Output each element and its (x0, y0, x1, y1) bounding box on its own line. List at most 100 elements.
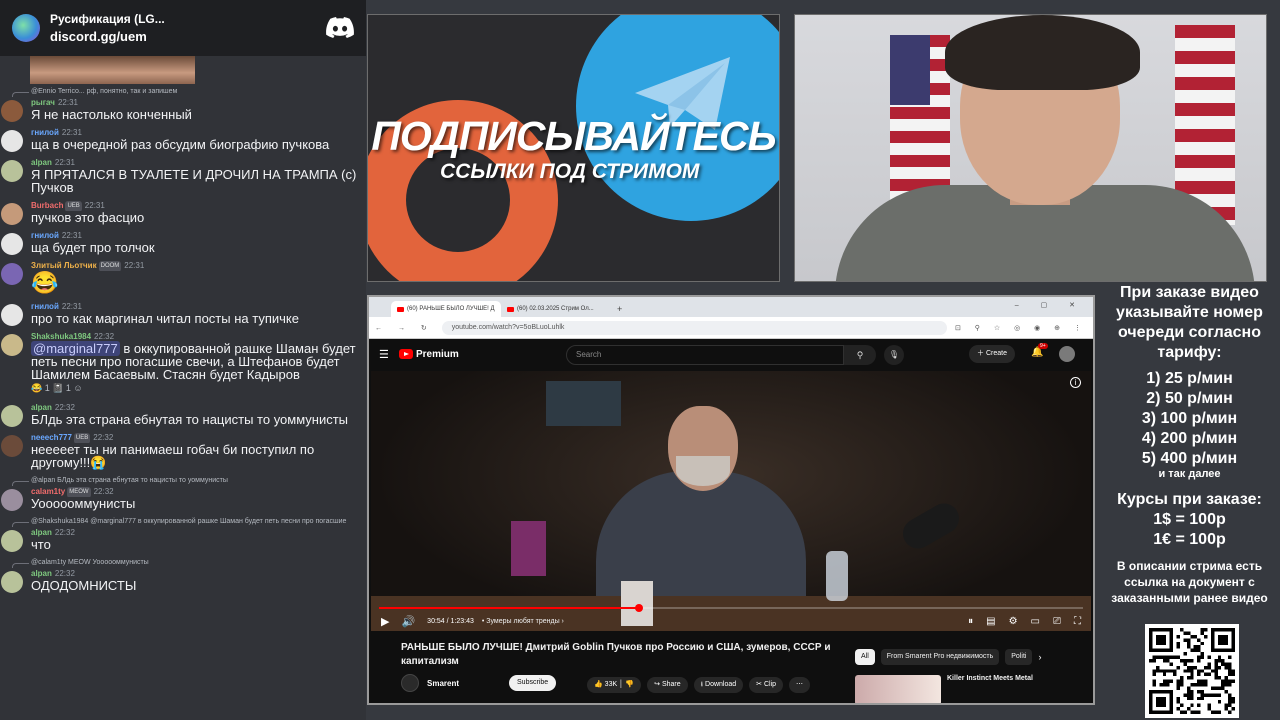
share-button[interactable]: ↪ Share (647, 677, 688, 693)
message-text: ща будет про толчок (31, 240, 155, 255)
subtitles-icon[interactable]: ▤ (986, 616, 995, 627)
chip-politics[interactable]: Politi (1005, 649, 1033, 665)
discord-invite-banner[interactable]: Русификация (LG... discord.gg/uem (0, 0, 366, 56)
new-tab-icon[interactable]: + (617, 301, 622, 317)
username[interactable]: Shakshuka1984 (31, 332, 91, 341)
user-avatar[interactable] (1, 530, 23, 552)
order-instructions: При заказе видео указывайте номер очеред… (1116, 284, 1263, 361)
username[interactable]: alpan (31, 158, 52, 167)
search-input[interactable]: Search (566, 345, 844, 365)
user-avatar[interactable] (1, 304, 23, 326)
create-button[interactable]: ＋ Create (969, 345, 1015, 363)
user-badge: DOOM (98, 261, 122, 271)
browser-window: (60) РАНЬШЕ БЫЛО ЛУЧШЕ! Д (60) 02.03.202… (367, 295, 1095, 705)
tariff-item: 4) 200 р/мин (1141, 430, 1238, 447)
user-avatar[interactable] (1, 100, 23, 122)
username[interactable]: гнилой (31, 231, 59, 240)
message-text: 😂 (31, 270, 59, 295)
subscribe-button[interactable]: Subscribe (509, 675, 557, 691)
miniplayer-icon[interactable]: ▭ (1031, 616, 1040, 627)
related-video[interactable]: Killer Instinct Meets Metal (855, 675, 1033, 703)
discord-logo-icon (326, 17, 354, 38)
chat-message: calam1ty MEOW 22:32 Уоооооммунисты (0, 486, 366, 511)
like-button[interactable]: 👍 33K │ 👎 (587, 677, 642, 693)
url-field[interactable]: youtube.com/watch?v=5oBLuoLuhlk (441, 320, 947, 335)
username[interactable]: Злитый Льотчик (31, 261, 97, 270)
username[interactable]: neeech777 (31, 433, 72, 442)
message-time: 22:31 (124, 261, 145, 270)
browser-tab[interactable]: (60) 02.03.2025 Стрим Ол... (501, 301, 611, 317)
message-time: 22:31 (61, 231, 82, 240)
username[interactable]: alpan (31, 569, 52, 578)
channel-name[interactable]: Smarent (427, 679, 459, 688)
chevron-right-icon[interactable]: › (1038, 649, 1041, 665)
chat-message: alpan 22:32 ОДОДОМНИСТЫ (0, 568, 366, 593)
clip-button[interactable]: ✂ Clip (749, 677, 784, 693)
message-time: 22:31 (61, 128, 82, 137)
message-text: БЛдь эта страна ебнутая то нацисты то уо… (31, 412, 349, 427)
menu-icon[interactable]: ☰ (379, 348, 399, 361)
cast-icon[interactable]: ⎚ (1053, 616, 1061, 627)
chip-all[interactable]: All (855, 649, 875, 665)
autoplay-toggle-icon[interactable]: ⏸ (968, 616, 973, 627)
message-time: 22:32 (93, 433, 114, 442)
username[interactable]: alpan (31, 528, 52, 537)
related-thumbnail[interactable] (855, 675, 941, 703)
settings-icon[interactable]: ⚙ (1009, 616, 1018, 627)
tariff-item: 5) 400 р/мин (1141, 450, 1238, 467)
username[interactable]: alpan (31, 403, 52, 412)
chat-message: рыгач 22:31 Я не настолько конченный (0, 97, 366, 122)
player-controls: ▶ 🔊 30:54 / 1:23:43 • Зумеры любят тренд… (371, 604, 1091, 631)
reply-preview[interactable]: @calam1ty MEOW Уоооооммунисты (0, 557, 366, 568)
play-icon[interactable]: ▶ (381, 615, 389, 628)
mic-icon[interactable]: 🎙 (884, 345, 904, 365)
channel-avatar[interactable] (401, 674, 419, 692)
fullscreen-icon[interactable]: ⛶ (1074, 616, 1081, 627)
username[interactable]: гнилой (31, 302, 59, 311)
user-avatar[interactable] (1, 263, 23, 285)
search-icon[interactable]: ⚲ (844, 345, 876, 365)
user-avatar[interactable] (1, 334, 23, 356)
user-avatar[interactable] (1, 489, 23, 511)
user-avatar[interactable] (1, 203, 23, 225)
previous-message-image (0, 56, 366, 86)
more-button[interactable]: ⋯ (789, 677, 811, 693)
reply-preview[interactable]: @Ennio Terrico... рф, понятно, так и зап… (0, 86, 366, 97)
browser-nav-icons[interactable]: ← → ↻ (375, 324, 434, 332)
message-time: 22:32 (54, 403, 75, 412)
chat-message: neeech777 UEB 22:32 нееееет ты ни панимаеш … (0, 432, 366, 469)
volume-icon[interactable]: 🔊 (401, 615, 415, 628)
message-reactions[interactable]: 😂 1 📓 1 ☺ (31, 381, 362, 396)
user-avatar[interactable] (1, 571, 23, 593)
user-avatar[interactable] (1, 233, 23, 255)
invite-link[interactable]: discord.gg/uem (50, 28, 165, 45)
window-controls[interactable]: – ▢ ✕ (1015, 301, 1085, 309)
browser-tab-active[interactable]: (60) РАНЬШЕ БЫЛО ЛУЧШЕ! Д (391, 301, 501, 317)
username[interactable]: calam1ty (31, 487, 65, 496)
related-title[interactable]: Killer Instinct Meets Metal (947, 675, 1033, 703)
username[interactable]: рыгач (31, 98, 55, 107)
scrubber-handle[interactable] (635, 604, 644, 612)
progress-bar[interactable] (379, 604, 1083, 612)
user-avatar[interactable] (1, 130, 23, 152)
info-icon[interactable]: i (1070, 377, 1081, 388)
user-avatar[interactable] (1, 405, 23, 427)
account-avatar[interactable] (1059, 346, 1075, 362)
extension-icons[interactable]: ⊡ ⚲ ☆ ◎ ◉ ⊕ ⋮ (955, 324, 1087, 332)
youtube-logo[interactable]: Premium (399, 349, 459, 360)
message-time: 22:32 (93, 487, 114, 496)
download-button[interactable]: ⭳ Download (693, 677, 744, 693)
username[interactable]: гнилой (31, 128, 59, 137)
user-avatar[interactable] (1, 435, 23, 457)
reply-preview[interactable]: @Shakshuka1984 @marginal777 в оккупирова… (0, 516, 366, 527)
chat-message: гнилой 22:31 про то как маргинал читал пос… (0, 301, 366, 326)
username[interactable]: Burbach (31, 201, 63, 210)
chip-channel[interactable]: From Smarent Pro недвижимость (880, 649, 1000, 665)
video-player[interactable]: i (371, 371, 1091, 631)
message-time: 22:31 (61, 302, 82, 311)
user-avatar[interactable] (1, 160, 23, 182)
chapter-title[interactable]: • Зумеры любят тренды › (482, 618, 564, 625)
reply-preview[interactable]: @alpan БЛдь эта страна ебнутая то нацист… (0, 475, 366, 486)
message-text: что (31, 537, 51, 552)
chat-message-list[interactable]: @Ennio Terrico... рф, понятно, так и зап… (0, 86, 366, 593)
